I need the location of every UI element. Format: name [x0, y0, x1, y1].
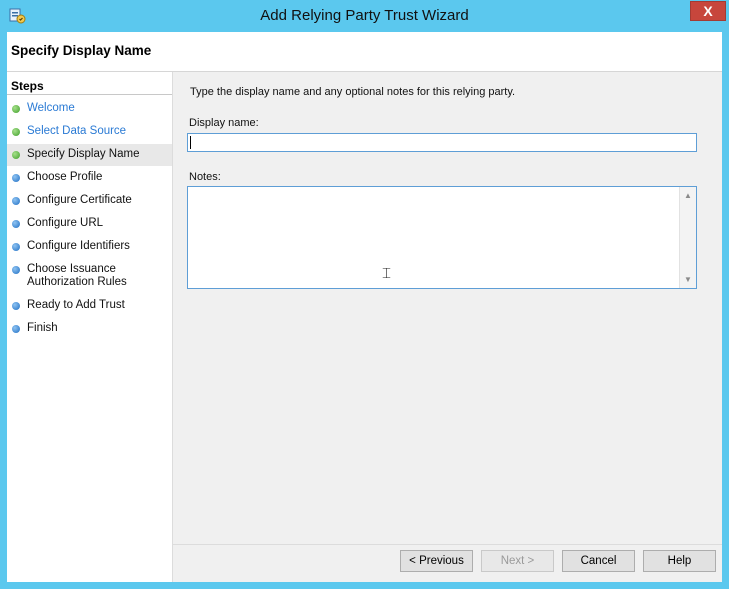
completed-status-icon: [12, 105, 20, 113]
page-title: Specify Display Name: [11, 43, 152, 58]
step-label: Ready to Add Trust: [27, 299, 125, 311]
step-label: Select Data Source: [27, 125, 127, 137]
pending-status-icon: [12, 243, 20, 251]
pending-status-icon: [12, 302, 20, 310]
step-configure-identifiers: Configure Identifiers: [7, 240, 172, 257]
wizard-window: Add Relying Party Trust Wizard X Specify…: [0, 0, 729, 589]
help-button[interactable]: Help: [643, 550, 716, 572]
step-ready-to-add-trust: Ready to Add Trust: [7, 299, 172, 316]
completed-status-icon: [12, 128, 20, 136]
steps-divider: [7, 94, 172, 95]
scroll-up-icon[interactable]: ▲: [680, 187, 696, 204]
notes-field[interactable]: ▲ ▼: [187, 186, 697, 292]
scroll-down-icon[interactable]: ▼: [680, 271, 696, 288]
step-choose-profile: Choose Profile: [7, 171, 172, 188]
ibeam-cursor-icon: ⌶: [382, 264, 392, 282]
step-specify-display-name: Specify Display Name: [7, 144, 172, 166]
text-caret: [190, 136, 191, 149]
step-label: Finish: [27, 322, 58, 334]
step-select-data-source[interactable]: Select Data Source: [7, 125, 172, 142]
step-choose-issuance-authorization-rules: Choose Issuance Authorization Rules: [7, 263, 172, 293]
notes-textarea[interactable]: [188, 187, 683, 292]
step-configure-certificate: Configure Certificate: [7, 194, 172, 211]
step-label: Welcome: [27, 102, 75, 114]
step-label: Choose Issuance Authorization Rules: [27, 263, 127, 288]
previous-button[interactable]: < Previous: [400, 550, 473, 572]
step-label: Choose Profile: [27, 171, 103, 183]
cancel-button[interactable]: Cancel: [562, 550, 635, 572]
display-name-input[interactable]: [187, 133, 697, 152]
step-configure-url: Configure URL: [7, 217, 172, 234]
notes-scrollbar[interactable]: ▲ ▼: [679, 187, 696, 288]
window-title: Add Relying Party Trust Wizard: [260, 7, 469, 24]
step-welcome[interactable]: Welcome: [7, 102, 172, 119]
step-label: Configure URL: [27, 217, 104, 229]
wizard-body: Specify Display Name Steps Welcome Selec…: [7, 32, 722, 582]
pending-status-icon: [12, 220, 20, 228]
pending-status-icon: [12, 174, 20, 182]
notes-label: Notes:: [189, 171, 221, 183]
step-label: Configure Certificate: [27, 194, 132, 206]
step-label: Specify Display Name: [27, 148, 140, 160]
pending-status-icon: [12, 197, 20, 205]
steps-heading: Steps: [11, 79, 44, 93]
pending-status-icon: [12, 266, 20, 274]
step-label: Configure Identifiers: [27, 240, 130, 252]
display-name-label: Display name:: [189, 117, 259, 129]
current-status-icon: [12, 151, 20, 159]
footer-divider: [173, 544, 722, 545]
close-button[interactable]: X: [690, 1, 726, 21]
pending-status-icon: [12, 325, 20, 333]
instructions-text: Type the display name and any optional n…: [190, 86, 516, 98]
steps-panel: Steps Welcome Select Data Source Specify…: [7, 72, 173, 582]
step-finish: Finish: [7, 322, 172, 339]
page-header: Specify Display Name: [7, 32, 722, 72]
title-bar: Add Relying Party Trust Wizard X: [0, 0, 729, 32]
content-panel: Type the display name and any optional n…: [173, 72, 722, 582]
next-button[interactable]: Next >: [481, 550, 554, 572]
